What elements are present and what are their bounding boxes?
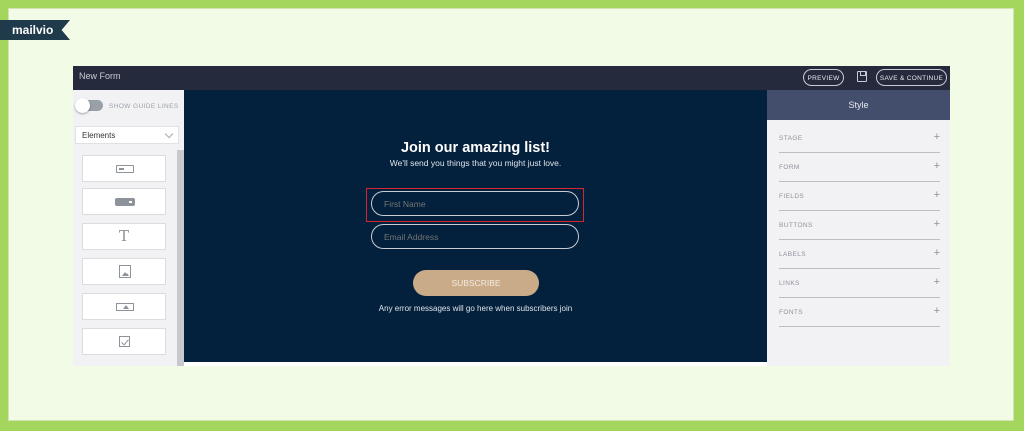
plus-icon[interactable]: + <box>934 160 940 172</box>
save-disk-icon[interactable] <box>857 71 867 82</box>
plus-icon[interactable]: + <box>934 131 940 143</box>
form-builder-app: New Form PREVIEW SAVE & CONTINUE SHOW GU… <box>73 66 950 366</box>
section-label: FONTS <box>779 309 804 316</box>
section-fields[interactable]: FIELDS + <box>779 183 940 211</box>
section-label: FORM <box>779 164 800 171</box>
text-icon: T <box>118 227 129 245</box>
image-icon <box>119 265 131 278</box>
section-label: STAGE <box>779 135 803 142</box>
style-panel: Style STAGE + FORM + FIELDS + BUTTONS + … <box>767 90 950 366</box>
section-stage[interactable]: STAGE + <box>779 125 940 153</box>
section-label: FIELDS <box>779 193 805 200</box>
plus-icon[interactable]: + <box>934 305 940 317</box>
subscribe-button[interactable]: SUBSCRIBE <box>413 270 539 296</box>
guide-lines-label: SHOW GUIDE LINES <box>109 103 179 110</box>
elements-dropdown[interactable]: Elements <box>75 126 179 144</box>
top-bar: New Form PREVIEW SAVE & CONTINUE <box>73 66 950 90</box>
text-field-icon <box>116 165 134 173</box>
embed-icon <box>116 303 134 311</box>
section-labels[interactable]: LABELS + <box>779 241 940 269</box>
section-label: BUTTONS <box>779 222 813 229</box>
save-continue-button[interactable]: SAVE & CONTINUE <box>876 69 947 86</box>
section-buttons[interactable]: BUTTONS + <box>779 212 940 240</box>
plus-icon[interactable]: + <box>934 189 940 201</box>
email-input[interactable] <box>371 224 579 249</box>
element-checkbox[interactable] <box>82 328 166 355</box>
form-canvas[interactable]: Join our amazing list! We'll send you th… <box>184 90 767 362</box>
first-name-input[interactable] <box>371 191 579 216</box>
toggle-knob <box>75 98 90 113</box>
form-title: New Form <box>79 71 121 81</box>
elements-dropdown-value: Elements <box>82 131 116 140</box>
checkbox-icon <box>119 336 130 347</box>
mailvio-logo: mailvio <box>0 20 70 40</box>
element-text-field[interactable] <box>82 155 166 182</box>
element-embed[interactable] <box>82 293 166 320</box>
preview-button[interactable]: PREVIEW <box>803 69 844 86</box>
section-form[interactable]: FORM + <box>779 154 940 182</box>
style-panel-title: Style <box>767 90 950 120</box>
section-label: LINKS <box>779 280 800 287</box>
elements-panel: SHOW GUIDE LINES Elements T <box>73 90 184 366</box>
plus-icon[interactable]: + <box>934 247 940 259</box>
palette-scrollbar[interactable] <box>177 150 184 366</box>
element-image[interactable] <box>82 258 166 285</box>
chevron-down-icon <box>164 129 174 139</box>
button-icon <box>115 198 135 206</box>
element-palette: T <box>73 150 184 366</box>
form-subheadline[interactable]: We'll send you things that you might jus… <box>184 158 767 168</box>
element-text[interactable]: T <box>82 223 166 250</box>
section-label: LABELS <box>779 251 806 258</box>
plus-icon[interactable]: + <box>934 276 940 288</box>
error-message-text[interactable]: Any error messages will go here when sub… <box>184 304 767 313</box>
element-button[interactable] <box>82 188 166 215</box>
section-fonts[interactable]: FONTS + <box>779 299 940 327</box>
guide-lines-toggle[interactable] <box>75 98 103 113</box>
section-links[interactable]: LINKS + <box>779 270 940 298</box>
form-headline[interactable]: Join our amazing list! <box>184 140 767 156</box>
plus-icon[interactable]: + <box>934 218 940 230</box>
